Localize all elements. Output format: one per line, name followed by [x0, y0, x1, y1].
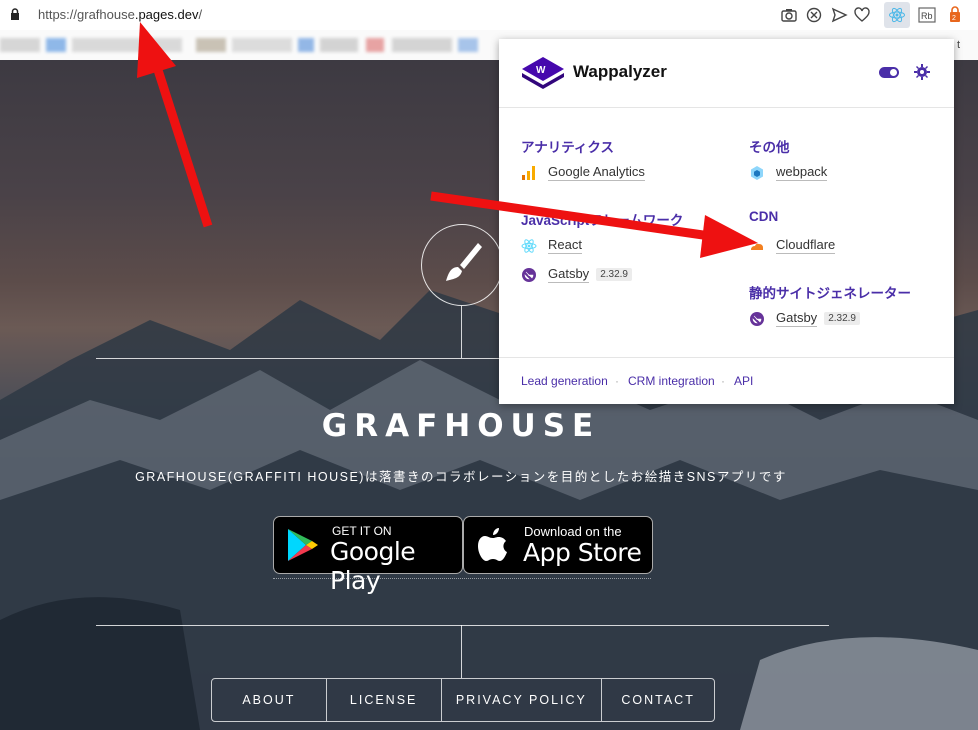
- cloudflare-icon: [751, 243, 763, 250]
- gatsby-icon: [522, 267, 536, 282]
- category-analytics: アナリティクス: [521, 140, 615, 155]
- site-logo[interactable]: [421, 224, 503, 306]
- apple-icon: [478, 528, 507, 561]
- google-play-button[interactable]: GET IT ON Google Play: [273, 516, 463, 595]
- heart-icon[interactable]: [853, 6, 871, 24]
- footer-separator: ·: [615, 374, 619, 388]
- browser-url-bar[interactable]: https://grafhouse.pages.dev/ Rb 2: [0, 0, 978, 30]
- site-title: GRAFHOUSE: [321, 408, 601, 444]
- app-store-big-text: App Store: [523, 538, 642, 567]
- wappalyzer-title: Wappalyzer: [573, 62, 667, 81]
- send-icon[interactable]: [830, 6, 848, 24]
- url-text[interactable]: https://grafhouse.pages.dev/: [38, 7, 202, 22]
- app-store-button[interactable]: Download on the App Store: [463, 516, 653, 574]
- category-ssg: 静的サイトジェネレーター: [749, 286, 911, 301]
- nav-contact[interactable]: CONTACT: [602, 679, 714, 721]
- paintbrush-icon: [446, 243, 482, 281]
- divider-line: [461, 625, 462, 678]
- react-icon: [521, 238, 537, 253]
- bookmark-blurred: [458, 38, 478, 52]
- tech-gatsby[interactable]: Gatsby 2.32.9: [521, 266, 632, 283]
- google-play-big-text: Google Play: [330, 537, 416, 595]
- link-lead-generation[interactable]: Lead generation: [521, 374, 608, 388]
- link-api[interactable]: API: [734, 374, 753, 388]
- block-icon[interactable]: [805, 6, 823, 24]
- bookmark-blurred: [392, 38, 452, 52]
- divider-line: [273, 578, 651, 579]
- tech-webpack[interactable]: webpack: [749, 164, 828, 181]
- version-badge: 2.32.9: [596, 268, 632, 281]
- svg-text:Rb: Rb: [921, 11, 933, 21]
- nav-license[interactable]: LICENSE: [327, 679, 442, 721]
- lock-icon: [11, 8, 19, 20]
- wappalyzer-popup: W Wappalyzer アナリティクス Google Analytics Ja…: [499, 39, 954, 404]
- wappalyzer-react-icon: [889, 7, 905, 23]
- tech-cloudflare[interactable]: Cloudflare: [749, 237, 836, 254]
- wappalyzer-logo-icon: W: [522, 57, 564, 89]
- gear-icon[interactable]: [914, 64, 930, 80]
- wappalyzer-footer: Lead generation · CRM integration · API: [499, 357, 954, 405]
- google-analytics-icon: [522, 165, 535, 180]
- footer-nav: ABOUT LICENSE PRIVACY POLICY CONTACT: [211, 678, 715, 722]
- nav-about[interactable]: ABOUT: [212, 679, 327, 721]
- bookmark-blurred: [320, 38, 358, 52]
- app-store-small-text: Download on the: [524, 524, 622, 539]
- nav-privacy-policy[interactable]: PRIVACY POLICY: [442, 679, 603, 721]
- footer-separator: ·: [721, 374, 725, 388]
- svg-text:W: W: [536, 65, 546, 76]
- bookmark-blurred: [72, 38, 182, 52]
- version-badge: 2.32.9: [824, 312, 860, 325]
- bookmark-blurred: [298, 38, 314, 52]
- gatsby-icon: [750, 311, 764, 326]
- rb-icon[interactable]: Rb: [918, 6, 936, 24]
- wappalyzer-header: W Wappalyzer: [499, 39, 954, 108]
- camera-icon[interactable]: [780, 6, 798, 24]
- google-play-icon: [288, 529, 318, 561]
- category-js-framework: JavaScriptフレームワーク: [521, 213, 684, 228]
- category-other: その他: [749, 140, 790, 155]
- toggle-switch[interactable]: [879, 67, 899, 78]
- tech-gatsby-ssg[interactable]: Gatsby 2.32.9: [749, 310, 860, 327]
- tech-google-analytics[interactable]: Google Analytics: [521, 164, 645, 181]
- category-cdn: CDN: [749, 209, 779, 224]
- webpack-icon: [751, 165, 763, 180]
- google-play-small-text: GET IT ON: [332, 524, 392, 538]
- divider-line: [461, 306, 462, 358]
- bookmark-blurred: [232, 38, 292, 52]
- bookmark-blurred: [46, 38, 66, 52]
- extension-icon[interactable]: 2: [946, 6, 964, 24]
- bookmark-blurred: [0, 38, 40, 52]
- divider-line: [96, 625, 829, 626]
- tech-react[interactable]: React: [521, 237, 582, 254]
- svg-text:2: 2: [952, 15, 956, 22]
- bookmark-blurred: [366, 38, 384, 52]
- bookmark-folder-label[interactable]: t: [957, 39, 960, 51]
- site-description: GRAFHOUSE(GRAFFITI HOUSE)は落書きのコラボレーションを目…: [135, 470, 787, 484]
- wappalyzer-extension-button[interactable]: [884, 2, 910, 28]
- bookmark-blurred: [196, 38, 226, 52]
- link-crm-integration[interactable]: CRM integration: [628, 374, 715, 388]
